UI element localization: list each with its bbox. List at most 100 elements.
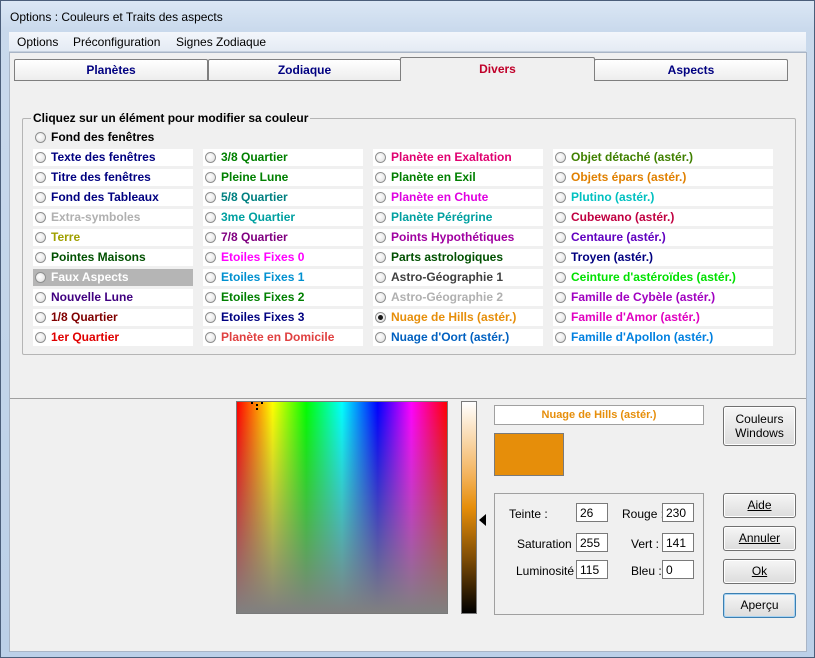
radio-item-centaure-aster[interactable]: Centaure (astér.) <box>553 229 773 246</box>
radio-button-icon[interactable] <box>205 292 216 303</box>
radio-button-icon[interactable] <box>555 192 566 203</box>
radio-item-planete-en-domicile[interactable]: Planète en Domicile <box>203 329 363 346</box>
radio-button-icon[interactable] <box>205 232 216 243</box>
radio-button-icon[interactable] <box>35 292 46 303</box>
radio-button-icon[interactable] <box>35 172 46 183</box>
menu-zodiac-signs[interactable]: Signes Zodiaque <box>176 35 266 49</box>
radio-item-objets-epars-aster[interactable]: Objets épars (astér.) <box>553 169 773 186</box>
radio-button-icon[interactable] <box>375 332 386 343</box>
radio-item-parts-astrologiques[interactable]: Parts astrologiques <box>373 249 543 266</box>
radio-item-3-8-quartier[interactable]: 3/8 Quartier <box>203 149 363 166</box>
radio-button-icon[interactable] <box>35 152 46 163</box>
cancel-button[interactable]: Annuler <box>723 526 796 551</box>
radio-button-icon[interactable] <box>35 212 46 223</box>
tab-zodiaque[interactable]: Zodiaque <box>208 59 401 81</box>
radio-button-icon[interactable] <box>555 152 566 163</box>
radio-button-icon[interactable] <box>205 152 216 163</box>
radio-item-pleine-lune[interactable]: Pleine Lune <box>203 169 363 186</box>
radio-button-icon[interactable] <box>205 212 216 223</box>
radio-item-objet-detache-aster[interactable]: Objet détaché (astér.) <box>553 149 773 166</box>
radio-item-extra-symboles[interactable]: Extra-symboles <box>33 209 193 226</box>
radio-button-icon[interactable] <box>555 212 566 223</box>
radio-item-nuage-d-oort-aster[interactable]: Nuage d'Oort (astér.) <box>373 329 543 346</box>
radio-button-icon[interactable] <box>375 232 386 243</box>
menu-preconfiguration[interactable]: Préconfiguration <box>73 35 160 49</box>
radio-item-faux-aspects[interactable]: Faux Aspects <box>33 269 193 286</box>
radio-item-nuage-de-hills-aster[interactable]: Nuage de Hills (astér.) <box>373 309 543 326</box>
radio-item-3me-quartier[interactable]: 3me Quartier <box>203 209 363 226</box>
radio-item-famille-de-cybele-aster[interactable]: Famille de Cybèle (astér.) <box>553 289 773 306</box>
radio-button-icon[interactable] <box>205 252 216 263</box>
radio-item-5-8-quartier[interactable]: 5/8 Quartier <box>203 189 363 206</box>
green-input[interactable] <box>662 533 694 552</box>
radio-button-icon[interactable] <box>35 332 46 343</box>
radio-button-icon[interactable] <box>205 272 216 283</box>
help-button[interactable]: Aide <box>723 493 796 518</box>
radio-item-famille-d-apollon-aster[interactable]: Famille d'Apollon (astér.) <box>553 329 773 346</box>
radio-item-1-8-quartier[interactable]: 1/8 Quartier <box>33 309 193 326</box>
luminosity-input[interactable] <box>576 560 608 579</box>
radio-button-icon[interactable] <box>35 252 46 263</box>
blue-input[interactable] <box>662 560 694 579</box>
radio-button-icon[interactable] <box>205 192 216 203</box>
radio-item-nouvelle-lune[interactable]: Nouvelle Lune <box>33 289 193 306</box>
radio-button-icon[interactable] <box>375 192 386 203</box>
radio-button-icon[interactable] <box>205 312 216 323</box>
radio-button-icon[interactable] <box>375 252 386 263</box>
radio-item-troyen-aster[interactable]: Troyen (astér.) <box>553 249 773 266</box>
menu-options[interactable]: Options <box>17 35 58 49</box>
radio-item-etoiles-fixes-2[interactable]: Etoiles Fixes 2 <box>203 289 363 306</box>
radio-item-points-hypothetiques[interactable]: Points Hypothétiques <box>373 229 543 246</box>
radio-button-icon[interactable] <box>205 172 216 183</box>
radio-button-icon[interactable] <box>555 332 566 343</box>
radio-button-icon[interactable] <box>555 272 566 283</box>
radio-item-etoiles-fixes-0[interactable]: Etoiles Fixes 0 <box>203 249 363 266</box>
radio-item-ceinture-d-asteroides-aster[interactable]: Ceinture d'astéroïdes (astér.) <box>553 269 773 286</box>
radio-item-astro-geographie-2[interactable]: Astro-Géographie 2 <box>373 289 543 306</box>
radio-item-planete-peregrine[interactable]: Planète Pérégrine <box>373 209 543 226</box>
radio-button-icon[interactable] <box>205 332 216 343</box>
radio-button-icon[interactable] <box>35 312 46 323</box>
radio-button-icon[interactable] <box>375 212 386 223</box>
radio-item-pointes-maisons[interactable]: Pointes Maisons <box>33 249 193 266</box>
radio-item-titre-des-fenetres[interactable]: Titre des fenêtres <box>33 169 193 186</box>
radio-item-planete-en-chute[interactable]: Planète en Chute <box>373 189 543 206</box>
radio-button-icon[interactable] <box>35 272 46 283</box>
radio-button-icon[interactable] <box>35 192 46 203</box>
color-spectrum[interactable] <box>236 401 448 614</box>
radio-item-terre[interactable]: Terre <box>33 229 193 246</box>
radio-button-icon[interactable] <box>555 172 566 183</box>
radio-item-astro-geographie-1[interactable]: Astro-Géographie 1 <box>373 269 543 286</box>
radio-button-icon[interactable] <box>375 292 386 303</box>
windows-colors-button[interactable]: Couleurs Windows <box>723 406 796 446</box>
tab-planetes[interactable]: Planètes <box>14 59 208 81</box>
radio-item-7-8-quartier[interactable]: 7/8 Quartier <box>203 229 363 246</box>
radio-button-icon[interactable] <box>375 272 386 283</box>
radio-button-icon[interactable] <box>35 132 46 143</box>
red-input[interactable] <box>662 503 694 522</box>
luminosity-arrow-icon[interactable] <box>479 514 486 526</box>
radio-button-icon[interactable] <box>555 292 566 303</box>
radio-item-1er-quartier[interactable]: 1er Quartier <box>33 329 193 346</box>
radio-item-plutino-aster[interactable]: Plutino (astér.) <box>553 189 773 206</box>
radio-item-etoiles-fixes-3[interactable]: Etoiles Fixes 3 <box>203 309 363 326</box>
tab-aspects[interactable]: Aspects <box>594 59 788 81</box>
tab-divers[interactable]: Divers <box>400 57 595 82</box>
radio-button-icon[interactable] <box>375 152 386 163</box>
radio-item-famille-d-amor-aster[interactable]: Famille d'Amor (astér.) <box>553 309 773 326</box>
radio-item-planete-en-exaltation[interactable]: Planète en Exaltation <box>373 149 543 166</box>
radio-item-cubewano-aster[interactable]: Cubewano (astér.) <box>553 209 773 226</box>
radio-item-fond-des-fenetres[interactable]: Fond des fenêtres <box>33 129 193 146</box>
saturation-input[interactable] <box>576 533 608 552</box>
radio-button-icon[interactable] <box>555 232 566 243</box>
radio-item-fond-des-tableaux[interactable]: Fond des Tableaux <box>33 189 193 206</box>
radio-item-etoiles-fixes-1[interactable]: Etoiles Fixes 1 <box>203 269 363 286</box>
radio-button-icon[interactable] <box>375 172 386 183</box>
ok-button[interactable]: Ok <box>723 559 796 584</box>
radio-button-icon[interactable] <box>35 232 46 243</box>
hue-input[interactable] <box>576 503 608 522</box>
luminosity-bar[interactable] <box>461 401 477 614</box>
radio-item-planete-en-exil[interactable]: Planète en Exil <box>373 169 543 186</box>
radio-button-icon[interactable] <box>375 312 386 323</box>
radio-item-texte-des-fenetres[interactable]: Texte des fenêtres <box>33 149 193 166</box>
